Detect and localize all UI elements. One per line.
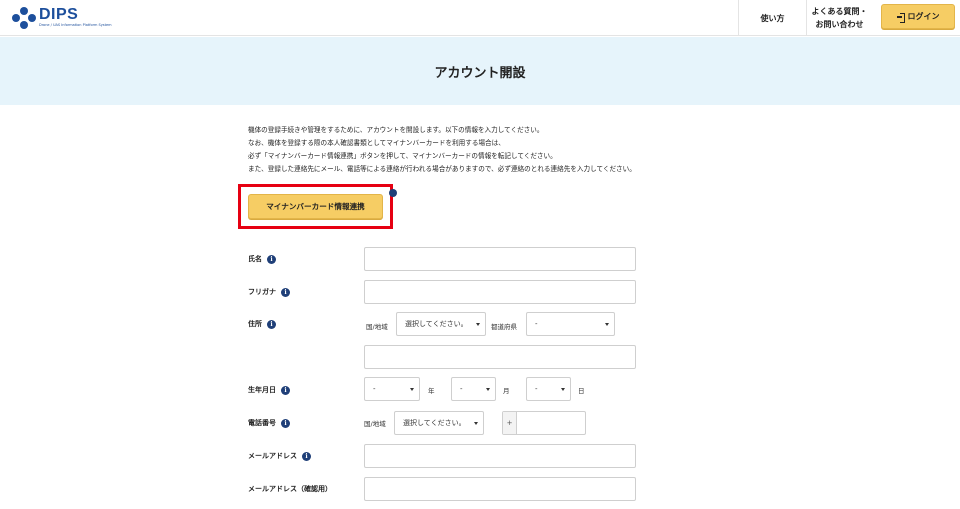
address-country-label: 国/地域	[366, 323, 388, 331]
name-input[interactable]	[364, 247, 636, 271]
logo-subtitle: Drone / UAS Information Platform System	[39, 23, 112, 27]
chevron-down-icon	[561, 388, 565, 391]
info-icon[interactable]: i	[302, 451, 311, 461]
login-label: ログイン	[907, 12, 940, 21]
logo-text: DIPS	[39, 6, 79, 23]
dips-logo[interactable]: DIPS Drone / UAS Information Platform Sy…	[12, 6, 112, 32]
mynumber-info-icon[interactable]	[389, 189, 397, 197]
furigana-label-text: フリガナ	[248, 288, 276, 296]
email-label-text: メールアドレス	[248, 452, 297, 460]
info-icon[interactable]: i	[267, 254, 276, 264]
intro-line: なお、機体を登録する際の本人確認書類としてマイナンバーカードを利用する場合は、	[248, 139, 505, 147]
phone-label: 電話番号 i	[248, 418, 290, 428]
login-button[interactable]: ログイン	[881, 4, 955, 29]
address-country-select[interactable]: 選択してください。	[396, 312, 486, 336]
chevron-down-icon	[474, 422, 478, 425]
birthdate-label: 生年月日 i	[248, 385, 290, 395]
prefecture-value: -	[535, 320, 538, 328]
birth-month-value: -	[460, 385, 463, 393]
year-unit: 年	[428, 387, 435, 395]
prefecture-select[interactable]: -	[526, 312, 615, 336]
info-icon[interactable]: i	[281, 418, 290, 428]
chevron-down-icon	[486, 388, 490, 391]
phone-country-label: 国/地域	[364, 420, 386, 428]
phone-label-text: 電話番号	[248, 419, 276, 427]
address-label: 住所 i	[248, 319, 276, 329]
info-icon[interactable]: i	[281, 385, 290, 395]
email-confirm-label-text: メールアドレス（確認用）	[248, 485, 332, 493]
name-label-text: 氏名	[248, 255, 262, 263]
phone-plus-prefix: +	[503, 412, 517, 434]
birth-day-select[interactable]: -	[526, 377, 571, 401]
nav-faq-link[interactable]: よくある質問・ お問い合わせ	[806, 0, 872, 36]
login-icon	[896, 12, 905, 23]
page-banner: アカウント開設	[0, 37, 960, 105]
intro-line: また、登録した連絡先にメール、電話等による連絡が行われる場合がありますので、必ず…	[248, 165, 636, 173]
furigana-input[interactable]	[364, 280, 636, 304]
email-confirm-input[interactable]	[364, 477, 636, 501]
address-detail-input[interactable]	[364, 345, 636, 369]
birth-day-value: -	[535, 385, 538, 393]
dips-logo-icon	[12, 7, 36, 29]
birth-year-select[interactable]: -	[364, 377, 420, 401]
chevron-down-icon	[605, 323, 609, 326]
name-label: 氏名 i	[248, 254, 276, 264]
email-confirm-label: メールアドレス（確認用）	[248, 484, 332, 494]
page-title: アカウント開設	[434, 65, 526, 81]
birth-year-value: -	[373, 385, 376, 393]
address-country-value: 選択してください。	[405, 320, 468, 328]
month-unit: 月	[503, 387, 510, 395]
chevron-down-icon	[410, 388, 414, 391]
nav-faq-label: よくある質問・ お問い合わせ	[811, 7, 868, 29]
intro-line: 必ず「マイナンバーカード情報連携」ボタンを押して、マイナンバーカードの情報を転記…	[248, 152, 557, 160]
address-label-text: 住所	[248, 320, 262, 328]
birthdate-label-text: 生年月日	[248, 386, 276, 394]
phone-country-value: 選択してください。	[403, 419, 466, 427]
prefecture-label: 都道府県	[491, 323, 517, 331]
nav-usage-link[interactable]: 使い方	[738, 0, 806, 36]
birth-month-select[interactable]: -	[451, 377, 496, 401]
email-label: メールアドレス i	[248, 451, 311, 461]
day-unit: 日	[578, 387, 585, 395]
phone-country-select[interactable]: 選択してください。	[394, 411, 484, 435]
chevron-down-icon	[476, 323, 480, 326]
intro-text: 機体の登録手続きや管理をするために、アカウントを開設します。以下の情報を入力して…	[248, 124, 718, 176]
intro-line: 機体の登録手続きや管理をするために、アカウントを開設します。以下の情報を入力して…	[248, 126, 544, 134]
furigana-label: フリガナ i	[248, 287, 290, 297]
mynumber-link-button[interactable]: マイナンバーカード情報連携	[248, 194, 383, 219]
email-input[interactable]	[364, 444, 636, 468]
info-icon[interactable]: i	[281, 287, 290, 297]
nav-usage-label: 使い方	[760, 13, 785, 23]
site-header: DIPS Drone / UAS Information Platform Sy…	[0, 0, 960, 36]
info-icon[interactable]: i	[267, 319, 276, 329]
phone-number-input[interactable]: +	[502, 411, 586, 435]
